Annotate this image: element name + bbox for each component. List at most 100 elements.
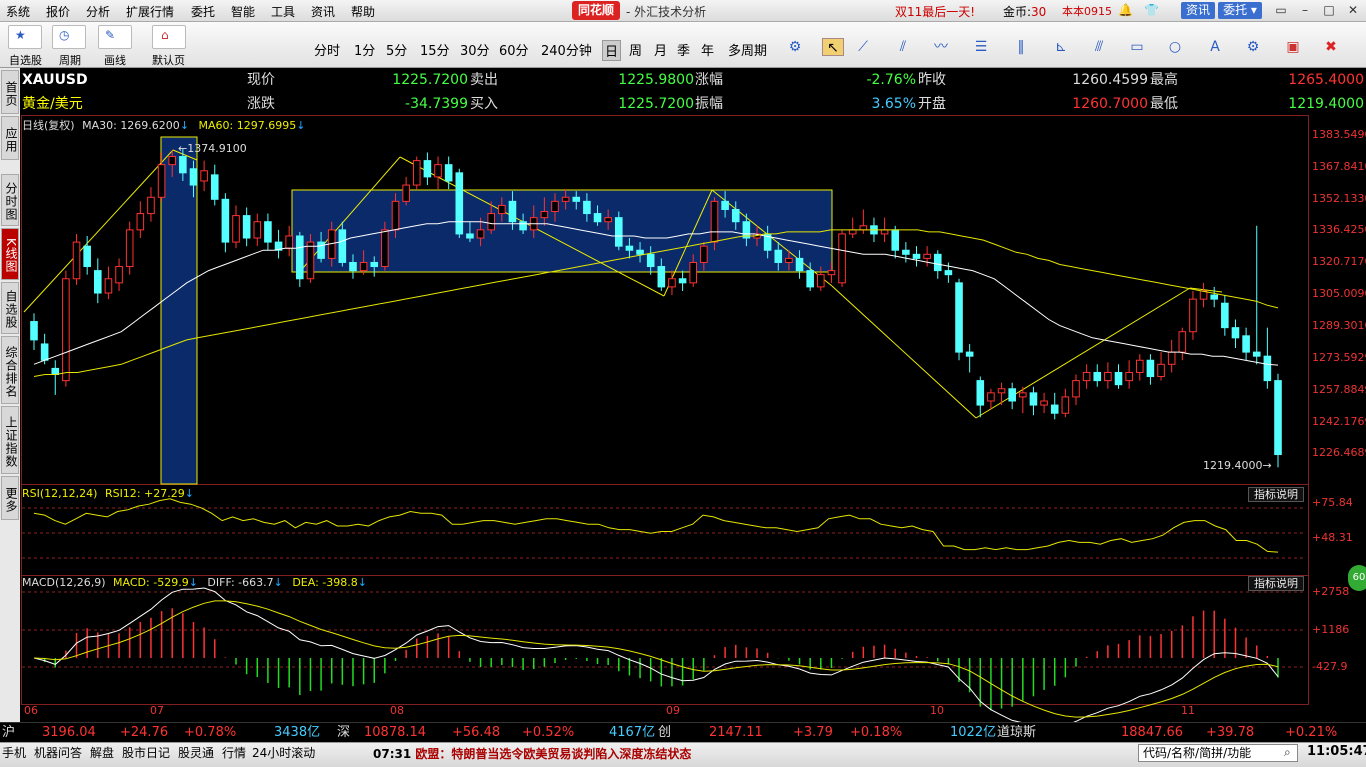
cy-amount: 1022亿 (950, 725, 997, 740)
cy-pct: +0.18% (850, 725, 903, 740)
sz-value: 10878.14 (364, 725, 427, 740)
candle-body (1210, 294, 1219, 300)
search-icon[interactable]: ⌕ (1284, 745, 1291, 760)
candle-body (965, 351, 974, 357)
rsi-title: RSI(12,12,24) (22, 487, 98, 500)
main-chart-legend: 日线(复权) MA30: 1269.6200↓ MA60: 1297.6995↓ (22, 119, 306, 132)
x-tick: 06 (24, 704, 38, 717)
status-qa[interactable]: 机器问答 (34, 745, 82, 762)
x-tick: 09 (666, 704, 680, 717)
candle-body (349, 261, 357, 272)
candle-body (987, 392, 995, 402)
y-tick: 1273.5929 (1312, 351, 1366, 364)
status-lingtong[interactable]: 股灵通 (178, 745, 214, 762)
candle-body (1061, 396, 1070, 414)
rsi-explain-button[interactable]: 指标说明 (1248, 487, 1304, 502)
candle-body (1050, 404, 1059, 414)
candle-body (1104, 371, 1112, 382)
badge-60[interactable]: 60 (1348, 565, 1366, 591)
candle-body (1029, 392, 1038, 406)
candle-body (370, 261, 379, 268)
chart-title: 日线(复权) (22, 119, 75, 132)
sh-amount: 3438亿 (274, 725, 321, 740)
code-search-input[interactable]: 代码/名称/简拼/功能 (1138, 744, 1298, 762)
y-tick: 1305.0090 (1312, 287, 1366, 300)
candle-body (434, 164, 442, 178)
candle-body (179, 156, 187, 174)
ma30-name: MA30 (82, 119, 114, 132)
status-mobile[interactable]: 手机 (2, 745, 26, 762)
candle-body (806, 270, 814, 288)
macd-title: MACD(12,26,9) (22, 576, 106, 589)
candle-body (519, 221, 527, 231)
candle-body (646, 253, 655, 268)
macd-y-tick: +1186 (1312, 623, 1350, 636)
candle-body (381, 229, 389, 268)
candle-body (689, 261, 698, 284)
candle-body (253, 221, 262, 239)
candle-body (1146, 359, 1155, 378)
candle-body (210, 174, 219, 200)
candle-body (551, 200, 559, 213)
rsi-y-tick: +75.84 (1312, 496, 1353, 509)
news-scroll[interactable]: 07:31 欧盟：特朗普当选令欧美贸易谈判陷入深度冻结状态 (373, 745, 691, 762)
macd-value: -529.9 (153, 576, 189, 589)
status-24h[interactable]: 24小时滚动 (252, 745, 315, 762)
candle-body (147, 196, 155, 215)
candle-body (997, 388, 1006, 394)
candle-body (1274, 380, 1282, 456)
x-tick: 08 (390, 704, 404, 717)
candle-body (40, 343, 49, 361)
candle-body (668, 278, 676, 288)
candle-body (1189, 298, 1197, 333)
dea-name: DEA (292, 576, 316, 589)
candle-body (104, 278, 113, 294)
candle-body (466, 233, 474, 239)
y-tick: 1320.7170 (1312, 255, 1366, 268)
candle-body (444, 164, 453, 182)
kline-chart[interactable] (0, 0, 1366, 767)
macd-explain-button[interactable]: 指标说明 (1248, 576, 1304, 591)
macd-y-tick: +2758 (1312, 585, 1350, 598)
candle-body (200, 170, 208, 182)
candle-body (1082, 371, 1091, 382)
rsi12-value: +27.29 (144, 487, 185, 500)
sz-amount: 4167亿 (609, 725, 656, 740)
status-commentary[interactable]: 解盘 (90, 745, 114, 762)
trend-line (831, 285, 977, 419)
rsi-line (33, 498, 1279, 553)
candle-body (157, 164, 166, 198)
candle-body (1040, 400, 1048, 406)
candle-body (902, 249, 910, 255)
dj-label: 道琼斯 (997, 725, 1037, 740)
x-tick: 10 (930, 704, 944, 717)
sz-label: 深 (337, 725, 351, 740)
candle-body (391, 200, 400, 231)
candle-body (508, 200, 517, 223)
dea-line (33, 600, 1279, 718)
status-market[interactable]: 行情 (222, 745, 246, 762)
candle-body (774, 249, 783, 263)
candle-body (838, 233, 846, 284)
candle-body (636, 249, 644, 255)
macd-name: MACD (113, 576, 147, 589)
status-diary[interactable]: 股市日记 (122, 745, 170, 762)
candle-body (1008, 388, 1016, 402)
y-tick: 1257.8849 (1312, 383, 1366, 396)
candle-body (30, 321, 38, 341)
cy-value: 2147.11 (709, 725, 763, 740)
candle-body (423, 160, 432, 178)
candle-body (625, 245, 634, 251)
candle-body (264, 221, 272, 243)
candle-body (848, 229, 857, 235)
low-annotation: 1219.4000→ (1203, 459, 1272, 472)
macd-legend: MACD(12,26,9) MACD: -529.9↓ DIFF: -663.7… (22, 576, 367, 589)
rsi-legend: RSI(12,12,24) RSI12: +27.29↓ (22, 487, 194, 500)
candle-body (317, 241, 325, 259)
candle-body (880, 229, 889, 235)
candle-body (1167, 351, 1176, 365)
candle-body (955, 282, 963, 353)
clock: 11:05:47 (1307, 744, 1366, 759)
ma60-line (33, 229, 1279, 377)
rsi-y-tick: +48.31 (1312, 531, 1353, 544)
